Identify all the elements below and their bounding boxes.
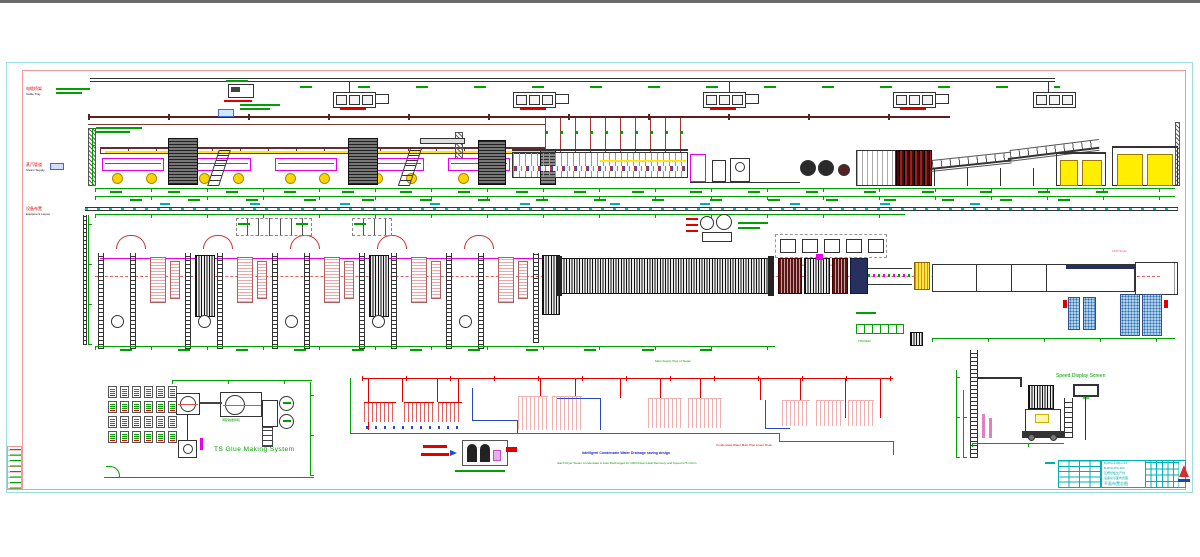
operator-figure xyxy=(982,414,985,438)
display-screen: 888 xyxy=(1073,384,1099,397)
title-block-product: BJ250-250-180 xyxy=(1104,467,1146,470)
display-pole xyxy=(1085,397,1086,440)
machine-cross-section-rolls xyxy=(1028,385,1054,409)
title-block-name1: 瓦楞纸板生产线 xyxy=(1104,472,1146,475)
speed-bottom-dimension xyxy=(972,443,1064,447)
title-block-rev-grid xyxy=(1059,461,1101,487)
title-block-middle: BJ250-2300-2-10 BJ250-250-180 瓦楞纸板生产线 设备… xyxy=(1101,461,1145,487)
company-logo-text xyxy=(1178,479,1190,482)
title-block: BJ250-2300-2-10 BJ250-250-180 瓦楞纸板生产线 设备… xyxy=(1058,460,1186,488)
machine-wheel xyxy=(1050,434,1057,441)
title-block-right-grid xyxy=(1145,461,1179,487)
company-logo xyxy=(1179,465,1189,477)
speed-access-ladder xyxy=(1064,398,1073,438)
title-block-note xyxy=(1045,462,1055,464)
cad-sheet-viewport: 电缆桥架 Cable Tray 蒸汽管道 Steam Supply 设备布置 E… xyxy=(0,0,1200,557)
speed-beam-drop xyxy=(1020,377,1022,387)
machine-wheel xyxy=(1028,434,1035,441)
speed-screen-title: Speed Display Screen xyxy=(1056,374,1136,380)
speed-dimension-v xyxy=(963,390,967,458)
speed-cabinet xyxy=(1013,422,1022,429)
display-screen-value: 888 xyxy=(1083,395,1090,400)
title-block-big: 平面布置总图 xyxy=(1104,482,1146,486)
speed-dimension-v xyxy=(956,370,960,458)
speed-beam xyxy=(978,377,1022,379)
title-block-drawing-no: BJ250-2300-2-10 xyxy=(1104,462,1146,465)
title-block-name2: 设备总平面布置图 xyxy=(1104,477,1146,480)
machine-cross-yellow xyxy=(1035,414,1049,423)
speed-screen-section: Speed Display Screen 888 xyxy=(0,0,1200,557)
operator-figure xyxy=(989,418,992,438)
speed-wall-column xyxy=(970,350,978,458)
